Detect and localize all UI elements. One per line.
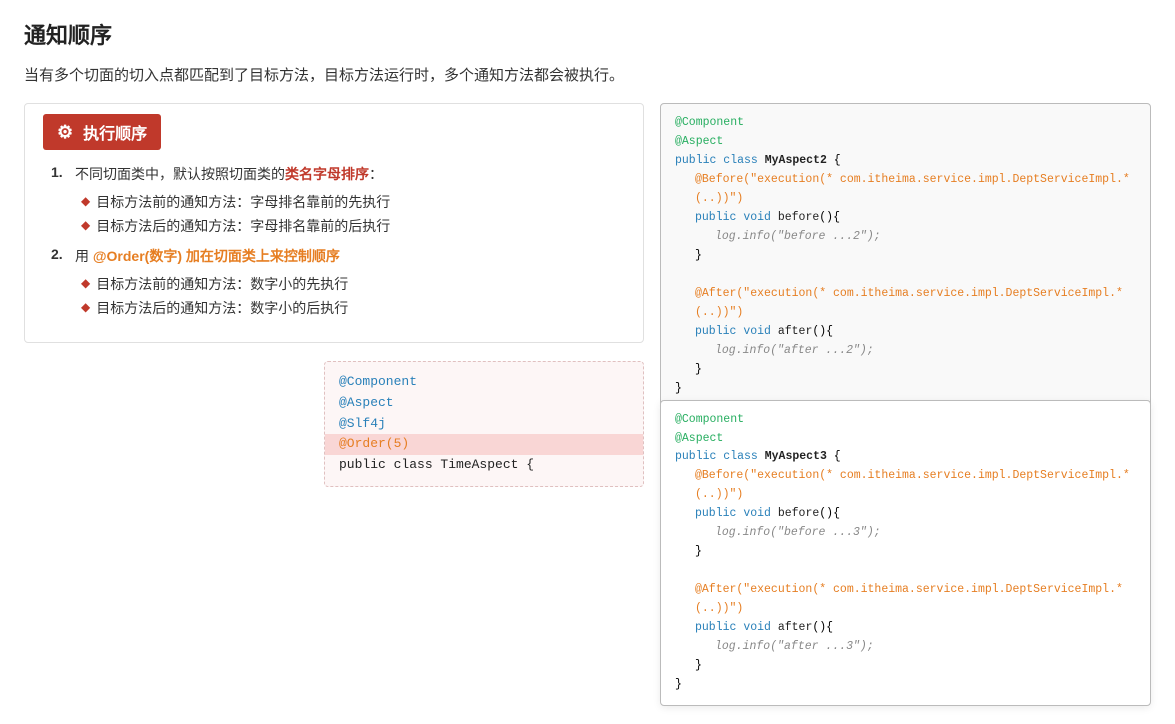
highlight-order: @Order(数字) 加在切面类上来控制顺序 [93,248,340,264]
sub-item-1-2-text: 目标方法后的通知方法：字母排名靠前的后执行 [96,216,390,236]
cb2-line-11: log.info("after ...3"); [675,638,1136,657]
cb1-line-8 [675,266,1136,285]
left-panel: ⚙ 执行顺序 1. 不同切面类中，默认按照切面类的类名字母排序： ◆ [24,103,644,487]
list-item-2: 2. 用 @Order(数字) 加在切面类上来控制顺序 [51,246,625,266]
main-content: ⚙ 执行顺序 1. 不同切面类中，默认按照切面类的类名字母排序： ◆ [24,103,1151,706]
list-item-1-text: 不同切面类中，默认按照切面类的类名字母排序： [75,164,383,184]
small-code-line-5: public class TimeAspect { [339,455,629,476]
cb2-line-4: @Before("execution(* com.itheima.service… [675,467,1136,505]
sub-list-2: ◆ 目标方法前的通知方法：数字小的先执行 ◆ 目标方法后的通知方法：数字小的后执… [81,274,625,318]
cb1-line-2: @Aspect [675,133,1136,152]
sub-item-2-2-text: 目标方法后的通知方法：数字小的后执行 [96,298,348,318]
cb2-line-8 [675,562,1136,581]
cb1-line-7: } [675,247,1136,266]
gear-icon: ⚙ [57,122,73,143]
diamond-icon-1: ◆ [81,194,90,208]
small-code-line-3: @Slf4j [339,414,629,435]
cb2-line-10: public void after(){ [675,619,1136,638]
cb2-line-7: } [675,543,1136,562]
cb1-line-5: public void before(){ [675,209,1136,228]
cb2-line-13: } [675,676,1136,695]
list-section: 1. 不同切面类中，默认按照切面类的类名字母排序： ◆ 目标方法前的通知方法：字… [43,164,625,318]
diamond-icon-3: ◆ [81,276,90,290]
code-box-1: @Component @Aspect public class MyAspect… [660,103,1151,410]
list-num-1: 1. [51,164,69,180]
page-title: 通知顺序 [24,18,1151,50]
code-box-2: @Component @Aspect public class MyAspect… [660,400,1151,707]
list-num-2: 2. [51,246,69,262]
right-panel: @Component @Aspect public class MyAspect… [660,103,1151,706]
cb1-line-9: @After("execution(* com.itheima.service.… [675,285,1136,323]
subtitle: 当有多个切面的切入点都匹配到了目标方法，目标方法运行时，多个通知方法都会被执行。 [24,64,1151,85]
exec-header-label: 执行顺序 [83,120,147,144]
small-code-snippet: @Component @Aspect @Slf4j @Order(5) publ… [324,361,644,487]
diamond-icon-2: ◆ [81,218,90,232]
sub-item-2-2: ◆ 目标方法后的通知方法：数字小的后执行 [81,298,625,318]
sub-item-2-1-text: 目标方法前的通知方法：数字小的先执行 [96,274,348,294]
cb1-line-1: @Component [675,114,1136,133]
sub-item-1-2: ◆ 目标方法后的通知方法：字母排名靠前的后执行 [81,216,625,236]
cb2-line-5: public void before(){ [675,505,1136,524]
cb1-line-12: } [675,361,1136,380]
cb2-line-9: @After("execution(* com.itheima.service.… [675,581,1136,619]
page-container: 通知顺序 当有多个切面的切入点都匹配到了目标方法，目标方法运行时，多个通知方法都… [0,0,1175,724]
list-item-2-text: 用 @Order(数字) 加在切面类上来控制顺序 [75,246,340,266]
cb2-line-2: @Aspect [675,430,1136,449]
cb2-line-3: public class MyAspect3 { [675,448,1136,467]
cb1-line-4: @Before("execution(* com.itheima.service… [675,171,1136,209]
cb1-line-13: } [675,380,1136,399]
cb2-line-6: log.info("before ...3"); [675,524,1136,543]
sub-item-2-1: ◆ 目标方法前的通知方法：数字小的先执行 [81,274,625,294]
small-code-line-1: @Component [339,372,629,393]
cb2-line-12: } [675,657,1136,676]
small-code-line-2: @Aspect [339,393,629,414]
small-code-line-4: @Order(5) [325,434,643,455]
cb1-line-11: log.info("after ...2"); [675,342,1136,361]
diamond-icon-4: ◆ [81,300,90,314]
list-item-1: 1. 不同切面类中，默认按照切面类的类名字母排序： [51,164,625,184]
sub-list-1: ◆ 目标方法前的通知方法：字母排名靠前的先执行 ◆ 目标方法后的通知方法：字母排… [81,192,625,236]
sub-item-1-1-text: 目标方法前的通知方法：字母排名靠前的先执行 [96,192,390,212]
cb1-line-6: log.info("before ...2"); [675,228,1136,247]
cb2-line-1: @Component [675,411,1136,430]
cb1-line-10: public void after(){ [675,323,1136,342]
sub-item-1-1: ◆ 目标方法前的通知方法：字母排名靠前的先执行 [81,192,625,212]
cb1-line-3: public class MyAspect2 { [675,152,1136,171]
exec-order-box: ⚙ 执行顺序 1. 不同切面类中，默认按照切面类的类名字母排序： ◆ [24,103,644,343]
exec-header: ⚙ 执行顺序 [43,114,161,150]
highlight-classname: 类名字母排序 [285,166,369,182]
